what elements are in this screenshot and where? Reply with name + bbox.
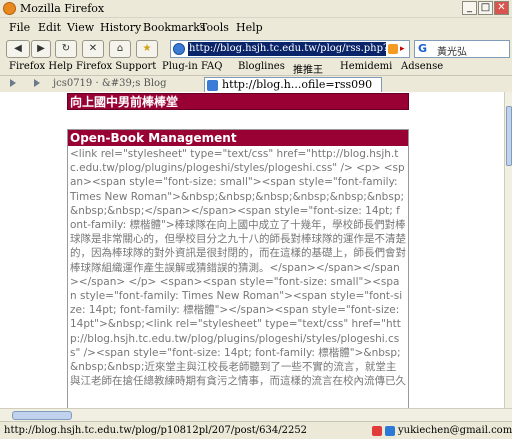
menu-history[interactable]: History (100, 21, 141, 34)
bookmark-hemidemi[interactable]: Hemidemi (340, 61, 392, 72)
adblock-icon[interactable] (372, 426, 382, 436)
gmail-notifier-icon[interactable] (385, 426, 395, 436)
tab-row: jcs0719 · &#39;s Blog http://blog.h...of… (0, 75, 512, 93)
site-icon (173, 43, 185, 55)
email-account[interactable]: yukiechen@gmail.com (398, 425, 512, 436)
search-box[interactable]: G 黃光弘 (414, 40, 510, 58)
menu-bar: File Edit View History Bookmarks Tools H… (0, 18, 512, 38)
vertical-scrollbar[interactable] (504, 92, 512, 408)
google-icon[interactable]: G (418, 42, 427, 55)
page-icon (207, 80, 218, 91)
menu-help[interactable]: Help (236, 21, 263, 34)
firefox-icon (3, 2, 16, 15)
bookmark-tuituiwang[interactable]: 推推王 (293, 61, 323, 76)
horizontal-scroll-thumb[interactable] (12, 411, 72, 420)
rss-feed-icon[interactable] (388, 44, 398, 54)
tooltip-text: http://blog.h...ofile=rss090 (222, 78, 373, 91)
blog-title[interactable]: 向上國中男前棒棒堂 (67, 93, 409, 110)
post-box: Open-Book Management <link rel="styleshe… (67, 129, 409, 408)
expand-arrow-icon[interactable] (34, 79, 40, 87)
close-button[interactable]: ✕ (494, 1, 509, 15)
stop-button[interactable]: ✕ (82, 40, 104, 58)
window-titlebar: Mozilla Firefox _ □ ✕ (0, 0, 512, 18)
page-content: 向上國中男前棒棒堂 Open-Book Management <link rel… (0, 92, 504, 408)
expand-arrow-icon[interactable] (10, 79, 16, 87)
status-text: http://blog.hsjh.tc.edu.tw/plog/p10812pl… (4, 425, 308, 436)
vertical-scroll-thumb[interactable] (506, 106, 512, 166)
reload-button[interactable]: ↻ (55, 40, 77, 58)
forward-button[interactable]: ▶ (31, 40, 51, 58)
link-tooltip: http://blog.h...ofile=rss090 (204, 77, 382, 93)
home-button[interactable]: ⌂ (109, 40, 131, 58)
bookmark-firefox-support[interactable]: Firefox Support (76, 61, 156, 72)
menu-bookmarks[interactable]: Bookmarks (143, 21, 206, 34)
minimize-button[interactable]: _ (462, 1, 477, 15)
post-body: <link rel="stylesheet" type="text/css" h… (70, 148, 406, 388)
status-bar: http://blog.hsjh.tc.edu.tw/plog/p10812pl… (0, 421, 512, 439)
bookmarks-toolbar: Firefox Help Firefox Support Plug-in FAQ… (0, 60, 512, 76)
url-text[interactable]: http://blog.hsjh.tc.edu.tw/plog/rss.php?… (188, 42, 386, 56)
bookmark-star-button[interactable]: ★ (136, 40, 158, 58)
navigation-toolbar: ◀ ▶ ↻ ✕ ⌂ ★ http://blog.hsjh.tc.edu.tw/p… (0, 38, 512, 60)
menu-edit[interactable]: Edit (38, 21, 61, 34)
maximize-button[interactable]: □ (478, 1, 493, 15)
bookmark-plugin-faq[interactable]: Plug-in FAQ (162, 61, 222, 72)
horizontal-scrollbar[interactable] (0, 408, 512, 421)
window-title: Mozilla Firefox (20, 2, 105, 15)
bookmark-firefox-help[interactable]: Firefox Help (9, 61, 73, 72)
menu-file[interactable]: File (9, 21, 30, 34)
search-input[interactable]: 黃光弘 (437, 43, 467, 58)
menu-view[interactable]: View (67, 21, 94, 34)
bookmark-bloglines[interactable]: Bloglines (238, 61, 285, 72)
post-title[interactable]: Open-Book Management (68, 130, 408, 146)
tab-blog[interactable]: jcs0719 · &#39;s Blog (53, 78, 166, 89)
menu-tools[interactable]: Tools (200, 21, 229, 34)
go-icon[interactable]: ▸ (400, 44, 408, 54)
back-button[interactable]: ◀ (6, 40, 30, 58)
url-bar[interactable]: http://blog.hsjh.tc.edu.tw/plog/rss.php?… (170, 40, 410, 58)
bookmark-adsense[interactable]: Adsense (401, 61, 443, 72)
